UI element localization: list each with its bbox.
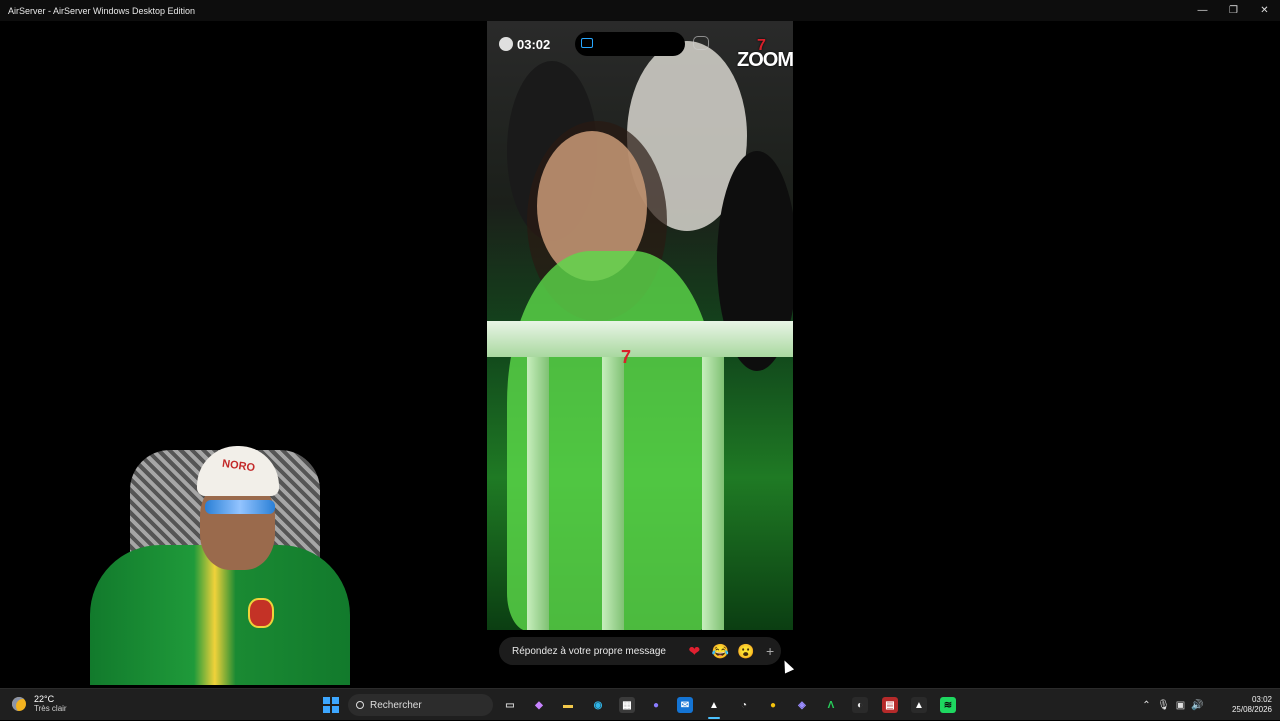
mouse-cursor-icon	[779, 658, 795, 674]
close-button[interactable]: ✕	[1249, 0, 1280, 21]
terminal-icon[interactable]: Λ	[823, 697, 839, 713]
clock-time: 03:02	[1251, 695, 1272, 704]
video-barrier-post	[702, 357, 724, 630]
channel-watermark: ZOOM 7	[737, 37, 793, 72]
game-controller-icon[interactable]: ◈	[794, 697, 810, 713]
network-icon[interactable]: ▣	[1172, 700, 1189, 711]
phone-status-time: 03:02	[517, 37, 551, 52]
video-center-watermark: 7	[621, 347, 632, 367]
obs-icon[interactable]: ◐	[852, 697, 868, 713]
voicemeeter-icon[interactable]: ▤	[882, 697, 898, 713]
video-barrier-post	[527, 357, 549, 630]
watermark-text: ZOOM	[737, 49, 793, 71]
window-title: AirServer - AirServer Windows Desktop Ed…	[8, 5, 196, 16]
video-barrier-post	[602, 357, 624, 630]
microphone-icon[interactable]: 🎙	[1155, 700, 1172, 711]
partly-sunny-icon	[12, 697, 26, 711]
window-controls: — ❐ ✕	[1187, 0, 1280, 21]
wow-reaction-icon[interactable]: 😮	[733, 643, 759, 660]
laugh-reaction-icon[interactable]: 😂	[707, 643, 733, 660]
heart-reaction-icon[interactable]: ❤	[681, 643, 707, 660]
file-explorer-icon[interactable]: ▬	[560, 697, 576, 713]
window-titlebar: AirServer - AirServer Windows Desktop Ed…	[0, 0, 1280, 21]
taskbar-clock[interactable]: 03:02 25/08/2026	[1214, 695, 1272, 715]
airserver-icon[interactable]: ▲	[706, 697, 722, 719]
search-placeholder: Rechercher	[370, 699, 422, 711]
volume-icon[interactable]: 🔊	[1189, 700, 1206, 711]
watermark-seven: 7	[757, 37, 766, 54]
copilot-icon[interactable]: ◆	[531, 697, 547, 713]
phone-mirror-view[interactable]: 03:02 ZOOM 7 7	[487, 21, 793, 630]
reply-input[interactable]: Répondez à votre propre message	[499, 646, 681, 657]
minimize-button[interactable]: —	[1187, 0, 1218, 21]
add-reaction-button[interactable]: +	[759, 643, 781, 659]
task-view-icon[interactable]: ▭	[502, 697, 518, 713]
weather-condition: Très clair	[34, 704, 67, 713]
capture-icon[interactable]: ▲	[911, 697, 927, 713]
chrome-icon[interactable]: ●	[765, 697, 781, 713]
webcam-overlay: NORO	[75, 440, 360, 685]
weather-widget[interactable]: 22°C Très clair	[12, 694, 67, 714]
status-indicator-icon	[499, 37, 513, 51]
video-barrier	[487, 321, 793, 357]
webcam-sunglasses	[205, 500, 275, 514]
clock-date: 25/08/2026	[1231, 705, 1272, 714]
weather-temperature: 22°C	[34, 694, 55, 704]
mirror-status-icon	[693, 36, 709, 50]
jersey-crest-icon	[248, 598, 274, 628]
taskbar: 22°C Très clair Rechercher ▭ ◆ ▬ ◉ ▦ ● ✉ ▲ ◔ ● ◈ Λ ◐…	[0, 688, 1280, 720]
search-icon	[356, 701, 364, 709]
story-reply-bar[interactable]: Répondez à votre propre message ❤ 😂 😮 +	[499, 637, 781, 665]
discord-icon[interactable]: ●	[648, 697, 664, 713]
screen-mirroring-icon	[581, 38, 593, 48]
restore-button[interactable]: ❐	[1218, 0, 1249, 21]
timer-icon[interactable]: ◔	[736, 697, 752, 713]
windows-start-icon[interactable]	[323, 697, 339, 713]
system-tray: ⌃ 🎙 ▣ 🔊 03:02 25/08/2026	[1138, 689, 1272, 721]
taskbar-search[interactable]: Rechercher	[348, 694, 493, 716]
spotify-icon[interactable]: ≋	[940, 697, 956, 713]
edge-icon[interactable]: ◉	[590, 697, 606, 713]
outlook-icon[interactable]: ✉	[677, 697, 693, 713]
active-app-indicator	[708, 717, 720, 719]
chevron-up-icon[interactable]: ⌃	[1138, 700, 1155, 711]
store-icon[interactable]: ▦	[619, 697, 635, 713]
